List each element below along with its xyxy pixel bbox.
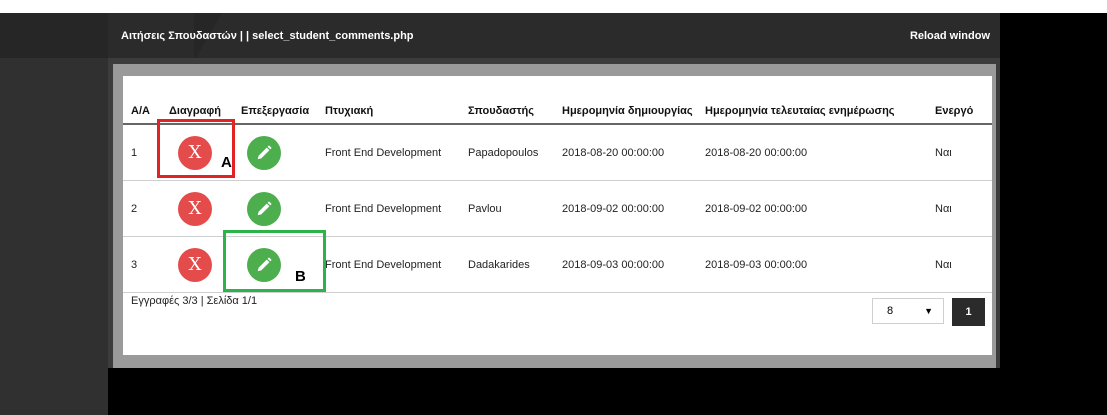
table-header-row: Α/Α Διαγραφή Επεξεργασία Πτυχιακή Σπουδα… — [123, 76, 992, 125]
cell-active: Ναι — [935, 180, 992, 237]
window-title: Αιτήσεις Σπουδαστών | | select_student_c… — [121, 30, 414, 42]
cell-thesis: Front End Development — [325, 180, 468, 237]
annotation-label-a: A — [221, 154, 232, 171]
cell-thesis: Front End Development — [325, 124, 468, 181]
caret-down-icon: ▼ — [924, 306, 933, 316]
annotation-box-b — [223, 230, 326, 292]
cell-edit — [241, 124, 325, 181]
records-info: Εγγραφές 3/3 | Σελίδα 1/1 — [131, 295, 258, 307]
table-panel: Α/Α Διαγραφή Επεξεργασία Πτυχιακή Σπουδα… — [123, 76, 992, 355]
table-row: 2 X Front End Development Pavlou 2018-09… — [123, 180, 992, 237]
cell-active: Ναι — [935, 124, 992, 181]
delete-button[interactable]: X — [178, 247, 212, 282]
edit-button[interactable] — [247, 135, 281, 170]
pencil-icon — [257, 200, 272, 215]
header-edit: Επεξεργασία — [241, 76, 325, 125]
delete-button[interactable]: X — [178, 191, 212, 226]
cell-thesis: Front End Development — [325, 236, 468, 293]
edit-button[interactable] — [247, 191, 281, 226]
pencil-icon — [257, 144, 272, 159]
header-created: Ημερομηνία δημιουργίας — [562, 76, 705, 125]
cell-aa: 2 — [123, 180, 169, 237]
header-delete: Διαγραφή — [169, 76, 241, 125]
page-size-value: 8 — [887, 305, 894, 317]
header-active: Ενεργό — [935, 76, 992, 125]
page-size-select[interactable]: 8 ▼ — [872, 298, 944, 324]
right-background — [1000, 13, 1107, 415]
cell-active: Ναι — [935, 236, 992, 293]
annotation-label-b: B — [295, 268, 306, 285]
cell-updated: 2018-08-20 00:00:00 — [705, 124, 935, 181]
table-row: 1 X Front End Development Papadopoulos 2… — [123, 124, 992, 181]
cell-created: 2018-09-02 00:00:00 — [562, 180, 705, 237]
window-titlebar: Αιτήσεις Σπουδαστών | | select_student_c… — [108, 13, 1000, 58]
reload-window-button[interactable]: Reload window — [910, 30, 990, 42]
cell-aa: 3 — [123, 236, 169, 293]
header-aa: Α/Α — [123, 76, 169, 125]
left-sidebar-panel — [0, 13, 108, 415]
cell-student: Pavlou — [468, 180, 562, 237]
cell-student: Dadakarides — [468, 236, 562, 293]
cell-student: Papadopoulos — [468, 124, 562, 181]
header-updated: Ημερομηνία τελευταίας ενημέρωσης — [705, 76, 935, 125]
cell-updated: 2018-09-03 00:00:00 — [705, 236, 935, 293]
header-student: Σπουδαστής — [468, 76, 562, 125]
left-sidebar-top — [0, 13, 108, 58]
cell-edit — [241, 180, 325, 237]
header-thesis: Πτυχιακή — [325, 76, 468, 125]
cell-updated: 2018-09-02 00:00:00 — [705, 180, 935, 237]
cell-created: 2018-08-20 00:00:00 — [562, 124, 705, 181]
pagination-page-button[interactable]: 1 — [952, 298, 985, 326]
cell-delete: X — [169, 180, 241, 237]
cell-created: 2018-09-03 00:00:00 — [562, 236, 705, 293]
